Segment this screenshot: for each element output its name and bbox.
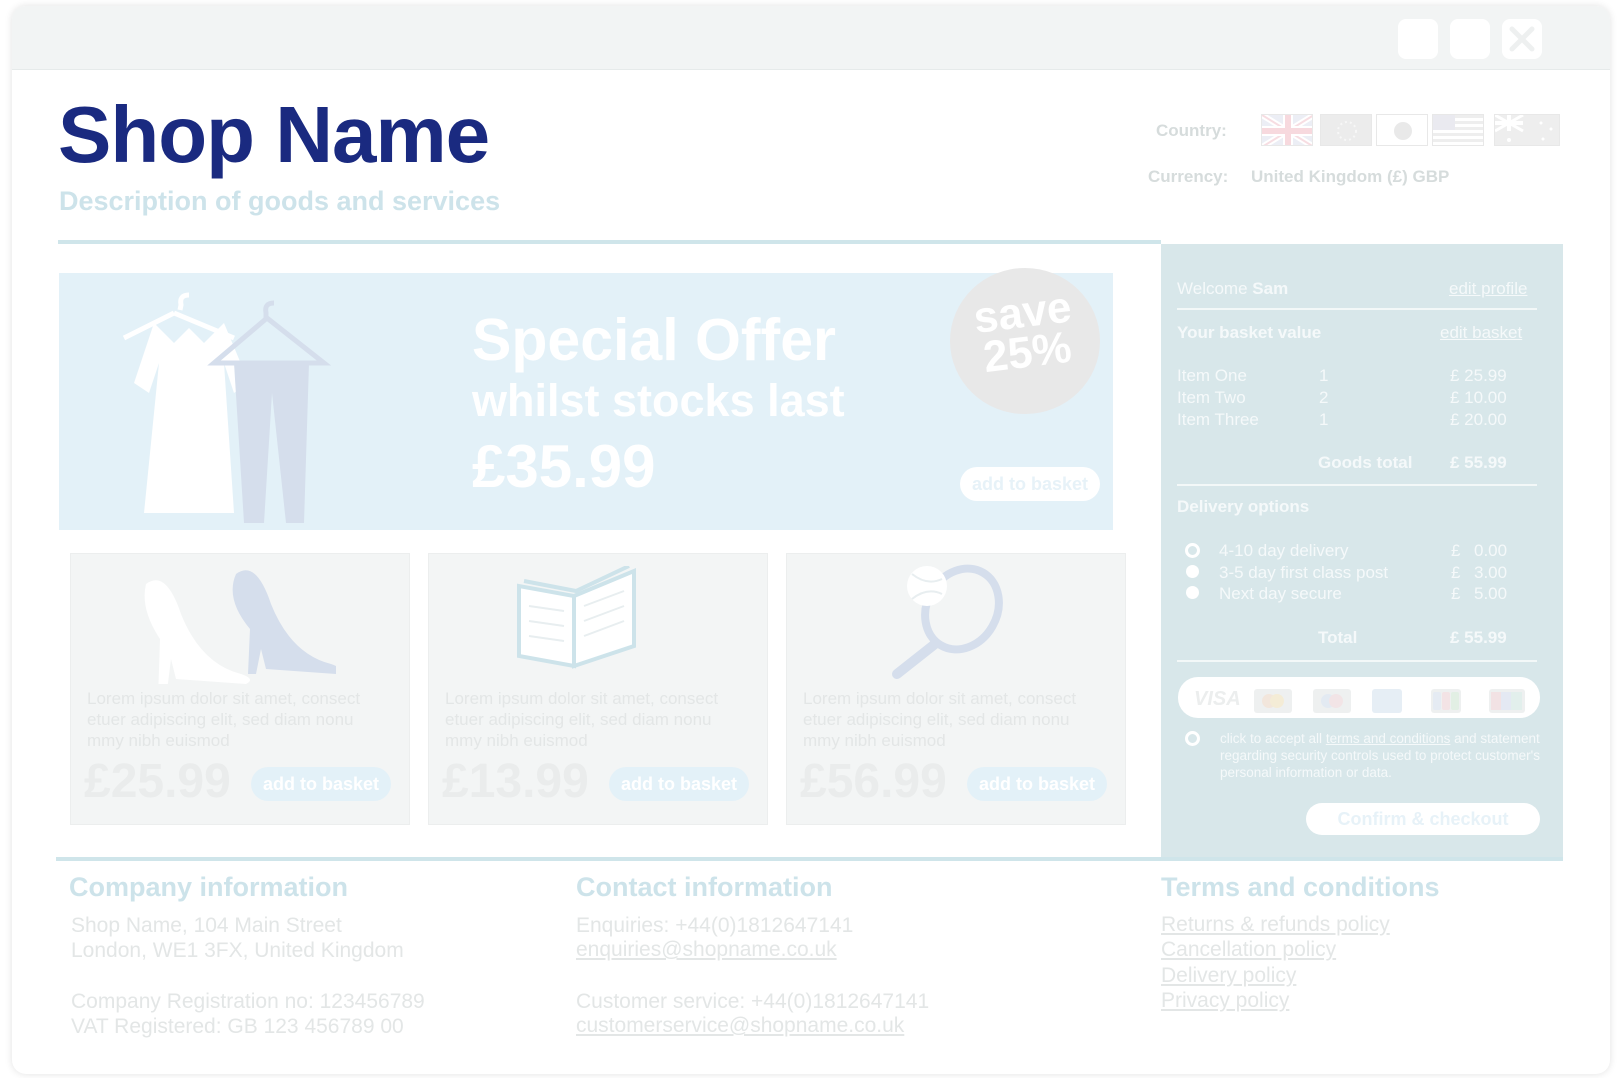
product-add-to-basket-button[interactable]: add to basket [967, 767, 1107, 801]
maestro-icon [1313, 689, 1351, 713]
product-add-to-basket-button[interactable]: add to basket [251, 767, 391, 801]
cancellation-policy-link[interactable]: Cancellation policy [1161, 938, 1336, 962]
close-button[interactable] [1502, 19, 1542, 59]
currency-label: Currency: [1148, 167, 1229, 186]
edit-profile-link[interactable]: edit profile [1449, 279, 1527, 299]
divider [1177, 660, 1537, 662]
returns-policy-link[interactable]: Returns & refunds policy [1161, 913, 1390, 937]
accept-terms-checkbox[interactable] [1185, 731, 1200, 746]
product-card: Lorem ipsum dolor sit amet, consect etue… [786, 553, 1126, 825]
customer-service-phone: Customer service: +44(0)1812647141 [576, 990, 930, 1013]
product-description: Lorem ipsum dolor sit amet, consect etue… [445, 689, 719, 750]
delivery-radio[interactable] [1186, 565, 1199, 578]
terms-link[interactable]: terms and conditions [1326, 731, 1451, 746]
goods-total-value: £ 55.99 [1450, 453, 1507, 472]
visa-icon: VISA [1194, 688, 1241, 710]
usa-flag-icon[interactable] [1432, 114, 1484, 146]
enquiries-phone: Enquiries: +44(0)1812647141 [576, 914, 854, 937]
user-name: Sam [1252, 279, 1289, 298]
terms-title: Terms and conditions [1161, 872, 1440, 902]
edit-basket-link[interactable]: edit basket [1440, 323, 1522, 343]
product-description: Lorem ipsum dolor sit amet, consect etue… [803, 689, 1077, 750]
basket-item-price: £ 10.00 [1450, 388, 1507, 407]
confirm-checkout-button[interactable]: Confirm & checkout [1306, 803, 1540, 835]
product-price: £13.99 [442, 755, 589, 808]
unionpay-icon [1489, 689, 1525, 713]
currency-selector[interactable]: United Kingdom (£) GBP [1251, 167, 1449, 187]
basket-item-name: Item One [1177, 366, 1247, 385]
company-address-line: London, WE1 3FX, United Kingdom [71, 939, 404, 962]
company-info-title: Company information [69, 872, 349, 902]
delivery-radio[interactable] [1185, 543, 1200, 558]
basket-item-price: £ 25.99 [1450, 366, 1507, 385]
footer-divider [56, 857, 1563, 861]
promo-subtitle: whilst stocks last [472, 375, 845, 426]
save-badge-text: save 25% [956, 282, 1095, 382]
total-label: Total [1318, 628, 1358, 647]
company-registration: Company Registration no: 123456789 [71, 990, 425, 1013]
maximize-button[interactable] [1450, 19, 1490, 59]
promo-title: Special Offer [472, 307, 836, 373]
enquiries-email-link[interactable]: enquiries@shopname.co.uk [576, 938, 837, 962]
shop-name: Shop Name [58, 90, 490, 179]
delivery-option-currency: £ [1451, 541, 1461, 560]
high-heels-icon [144, 570, 336, 684]
delivery-option-price: 3.00 [1474, 563, 1508, 582]
divider [1177, 484, 1537, 486]
terms-statement: click to accept all terms and conditions… [1220, 730, 1540, 781]
amex-icon [1372, 689, 1402, 713]
delivery-option-currency: £ [1451, 563, 1461, 582]
mastercard-icon [1254, 689, 1292, 713]
delivery-option-label: Next day secure [1219, 584, 1342, 603]
clothes-hanger-icon [122, 292, 332, 523]
product-price: £25.99 [84, 755, 231, 808]
product-card: Lorem ipsum dolor sit amet, consect etue… [428, 553, 768, 825]
basket-item-price: £ 20.00 [1450, 410, 1507, 429]
basket-item-name: Item Two [1177, 388, 1246, 407]
basket-title: Your basket value [1177, 323, 1322, 342]
goods-total-label: Goods total [1318, 453, 1413, 472]
japan-flag-icon[interactable] [1376, 114, 1428, 146]
uk-flag-icon[interactable] [1261, 114, 1313, 146]
vat-registration: VAT Registered: GB 123 456789 00 [71, 1015, 404, 1038]
product-price: £56.99 [800, 755, 947, 808]
basket-item-qty: 2 [1319, 388, 1329, 407]
header-divider [58, 240, 1161, 244]
delivery-title: Delivery options [1177, 497, 1310, 516]
eu-flag-icon[interactable] [1320, 114, 1372, 146]
total-value: £ 55.99 [1450, 628, 1507, 647]
product-card: Lorem ipsum dolor sit amet, consect etue… [70, 553, 410, 825]
delivery-option-currency: £ [1451, 584, 1461, 603]
delivery-radio[interactable] [1186, 586, 1199, 599]
product-description: Lorem ipsum dolor sit amet, consect etue… [87, 689, 361, 750]
divider [1177, 308, 1537, 310]
terms-prefix: click to accept all [1220, 731, 1323, 746]
jcb-icon [1431, 689, 1461, 713]
close-icon [1509, 26, 1535, 52]
delivery-policy-link[interactable]: Delivery policy [1161, 964, 1296, 988]
delivery-option-label: 3-5 day first class post [1219, 563, 1389, 582]
company-address-line: Shop Name, 104 Main Street [71, 914, 342, 937]
basket-item-qty: 1 [1319, 410, 1329, 429]
promo-add-to-basket-button[interactable]: add to basket [960, 467, 1100, 501]
welcome-message: Welcome Sam [1177, 279, 1288, 299]
book-icon [517, 566, 636, 669]
minimize-button[interactable] [1398, 19, 1438, 59]
delivery-option-label: 4-10 day delivery [1219, 541, 1349, 560]
window-titlebar [12, 6, 1610, 70]
basket-item-qty: 1 [1319, 366, 1329, 385]
privacy-policy-link[interactable]: Privacy policy [1161, 989, 1289, 1013]
australia-flag-icon[interactable] [1494, 114, 1560, 146]
promo-price: £35.99 [472, 433, 656, 500]
shop-description: Description of goods and services [59, 186, 501, 216]
delivery-option-price: 0.00 [1474, 541, 1508, 560]
delivery-option-price: 5.00 [1474, 584, 1508, 603]
welcome-prefix: Welcome [1177, 279, 1248, 298]
contact-info-title: Contact information [576, 872, 833, 902]
country-label: Country: [1156, 121, 1227, 140]
tennis-racket-icon [892, 564, 1003, 679]
basket-item-name: Item Three [1177, 410, 1259, 429]
product-add-to-basket-button[interactable]: add to basket [609, 767, 749, 801]
customer-service-email-link[interactable]: customerservice@shopname.co.uk [576, 1014, 904, 1038]
